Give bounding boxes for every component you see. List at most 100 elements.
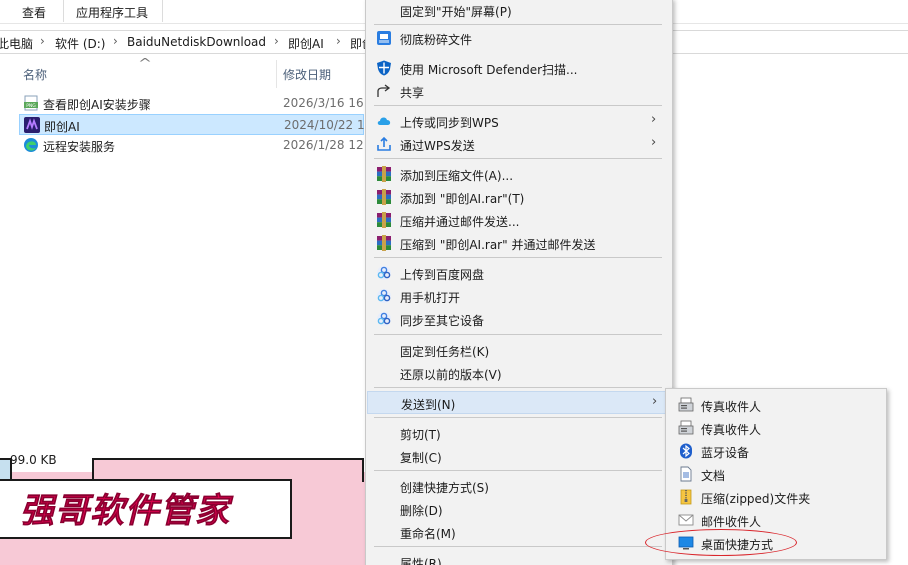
breadcrumb-separator: ›: [40, 34, 45, 48]
column-header-date[interactable]: 修改日期: [283, 66, 331, 83]
menu-item-restore-versions[interactable]: 还原以前的版本(V): [367, 362, 671, 385]
file-row-selected[interactable]: 即创AI 2024/10/22 10: [19, 114, 372, 135]
submenu-item-label: 压缩(zipped)文件夹: [701, 492, 811, 506]
menu-item-label: 上传或同步到WPS: [400, 116, 499, 130]
context-menu: 固定到"开始"屏幕(P) 彻底粉碎文件 使用 Microsoft Defende…: [365, 0, 673, 565]
file-date: 2024/10/22 10: [284, 118, 373, 132]
menu-item-label: 还原以前的版本(V): [400, 368, 502, 382]
file-name: 查看即创AI安装步骤: [43, 98, 151, 112]
menu-item-cut[interactable]: 剪切(T): [367, 422, 671, 445]
menu-item-pin-start[interactable]: 固定到"开始"屏幕(P): [367, 0, 671, 22]
column-divider[interactable]: [276, 60, 277, 88]
menu-item-upload-baidu[interactable]: 上传到百度网盘: [367, 262, 671, 285]
winrar-icon: [377, 235, 391, 251]
edge-browser-icon: [24, 138, 38, 152]
menu-item-compress-email[interactable]: 压缩并通过邮件发送...: [367, 209, 671, 232]
menu-item-compress-rar-email[interactable]: 压缩到 "即创AI.rar" 并通过邮件发送: [367, 232, 671, 255]
menu-separator: [374, 105, 662, 106]
menu-item-rename[interactable]: 重命名(M): [367, 521, 671, 544]
wps-send-icon: [377, 136, 391, 151]
menu-item-add-to-rar[interactable]: 添加到 "即创AI.rar"(T): [367, 186, 671, 209]
ribbon-divider: [63, 0, 64, 22]
menu-item-label: 重命名(M): [400, 527, 456, 541]
breadcrumb-separator: ›: [113, 34, 118, 48]
fax-icon: [678, 397, 694, 412]
send-to-fax-recipient[interactable]: 传真收件人: [667, 394, 885, 417]
menu-item-label: 共享: [400, 86, 425, 100]
baidu-netdisk-icon: [377, 312, 391, 326]
menu-item-label: 发送到(N): [401, 398, 456, 412]
breadcrumb-this-pc[interactable]: 此电脑: [0, 35, 33, 52]
menu-item-copy[interactable]: 复制(C): [367, 445, 671, 468]
menu-item-label: 上传到百度网盘: [400, 268, 485, 282]
menu-item-label: 通过WPS发送: [400, 139, 475, 153]
menu-item-create-shortcut[interactable]: 创建快捷方式(S): [367, 475, 671, 498]
send-to-zip-folder[interactable]: 压缩(zipped)文件夹: [667, 486, 885, 509]
submenu-arrow-icon: ›: [652, 394, 658, 409]
menu-item-wps-sync[interactable]: 上传或同步到WPS ›: [367, 110, 671, 133]
menu-separator: [374, 158, 662, 159]
file-row[interactable]: PNG 查看即创AI安装步骤 2026/3/16 16:: [19, 93, 368, 114]
menu-item-label: 使用 Microsoft Defender扫描...: [400, 63, 578, 77]
menu-separator: [374, 24, 662, 25]
file-row[interactable]: 远程安装服务 2026/1/28 12:: [19, 135, 368, 156]
menu-separator: [374, 387, 662, 388]
menu-separator: [374, 257, 662, 258]
menu-item-open-on-phone[interactable]: 用手机打开: [367, 285, 671, 308]
menu-separator: [374, 334, 662, 335]
fax-icon: [678, 420, 694, 435]
png-image-icon: PNG: [24, 95, 38, 111]
bluetooth-icon: [680, 443, 692, 459]
submenu-arrow-icon: ›: [651, 135, 657, 150]
banner-title: 强哥软件管家: [20, 491, 230, 532]
menu-item-defender-scan[interactable]: 使用 Microsoft Defender扫描...: [367, 57, 671, 80]
baidu-netdisk-icon: [377, 289, 391, 303]
wps-cloud-icon: [377, 117, 391, 125]
menu-item-properties[interactable]: 属性(R): [367, 551, 671, 565]
mail-icon: [678, 514, 694, 526]
defender-shield-icon: [377, 60, 391, 76]
breadcrumb-separator: ›: [274, 34, 279, 48]
breadcrumb-baidu-download[interactable]: BaiduNetdiskDownload: [127, 35, 266, 49]
svg-text:PNG: PNG: [26, 103, 36, 109]
menu-item-label: 彻底粉碎文件: [400, 33, 473, 47]
menu-separator: [374, 470, 662, 471]
menu-item-add-archive[interactable]: 添加到压缩文件(A)...: [367, 163, 671, 186]
menu-item-label: 复制(C): [400, 451, 442, 465]
menu-item-share[interactable]: 共享: [367, 80, 671, 103]
file-name: 远程安装服务: [43, 140, 116, 154]
menu-item-label: 添加到 "即创AI.rar"(T): [400, 192, 525, 206]
menu-item-label: 固定到任务栏(K): [400, 345, 490, 359]
zip-folder-icon: [680, 489, 692, 505]
menu-item-shred[interactable]: 彻底粉碎文件: [367, 27, 671, 50]
highlight-annotation-ellipse: [645, 529, 797, 556]
breadcrumb-separator: ›: [336, 34, 341, 48]
menu-item-label: 压缩到 "即创AI.rar" 并通过邮件发送: [400, 238, 596, 252]
winrar-icon: [377, 166, 391, 182]
menu-item-delete[interactable]: 删除(D): [367, 498, 671, 521]
menu-item-wps-send[interactable]: 通过WPS发送 ›: [367, 133, 671, 156]
shred-icon: [377, 31, 391, 45]
winrar-icon: [377, 212, 391, 228]
breadcrumb-drive-d[interactable]: 软件 (D:): [55, 35, 105, 52]
submenu-item-label: 传真收件人: [701, 400, 762, 414]
document-icon: [680, 466, 692, 482]
send-to-bluetooth[interactable]: 蓝牙设备: [667, 440, 885, 463]
menu-item-pin-taskbar[interactable]: 固定到任务栏(K): [367, 339, 671, 362]
share-icon: [377, 84, 391, 97]
menu-item-label: 剪切(T): [400, 428, 441, 442]
ribbon-divider: [162, 0, 163, 22]
ribbon-tab-app-tools[interactable]: 应用程序工具: [76, 4, 148, 21]
send-to-fax-recipient[interactable]: 传真收件人: [667, 417, 885, 440]
column-header-name[interactable]: 名称: [23, 66, 47, 83]
breadcrumb-folder-jichuang[interactable]: 即创AI: [288, 35, 324, 52]
menu-item-sync-devices[interactable]: 同步至其它设备: [367, 308, 671, 331]
send-to-documents[interactable]: 文档: [667, 463, 885, 486]
jichuang-app-icon: [24, 117, 40, 133]
menu-item-label: 属性(R): [400, 557, 442, 565]
submenu-item-label: 邮件收件人: [701, 515, 762, 529]
menu-item-label: 添加到压缩文件(A)...: [400, 169, 514, 183]
selected-file-size: 99.0 KB: [10, 453, 57, 467]
menu-item-send-to[interactable]: 发送到(N) ›: [367, 391, 671, 414]
ribbon-tab-view[interactable]: 查看: [22, 4, 46, 21]
